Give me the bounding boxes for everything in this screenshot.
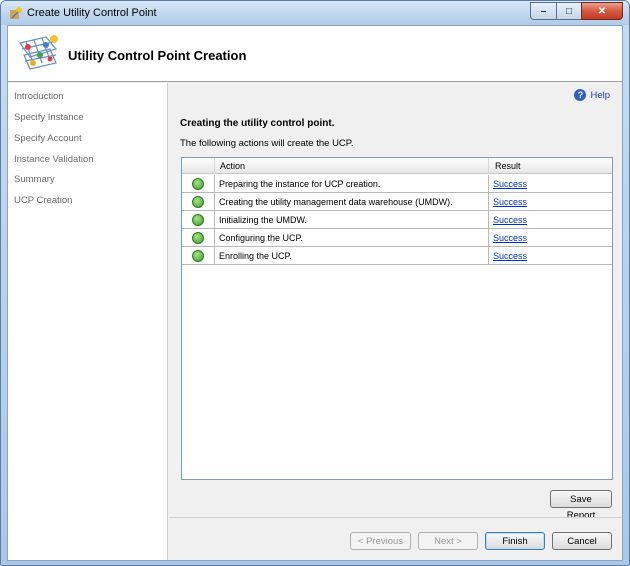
table-row[interactable]: Initializing the UMDW. Success — [182, 211, 612, 229]
status-cell — [182, 175, 215, 193]
success-check-icon — [192, 214, 204, 226]
wizard-steps-sidebar: Introduction Specify Instance Specify Ac… — [8, 83, 168, 560]
page-title: Utility Control Point Creation — [68, 48, 247, 63]
app-icon — [10, 7, 22, 19]
status-cell — [182, 229, 215, 247]
title-bar[interactable]: Create Utility Control Point – □ ✕ — [1, 1, 629, 25]
main-panel: ? Help Creating the utility control poin… — [169, 83, 622, 521]
maximize-button[interactable]: □ — [556, 2, 581, 20]
result-link[interactable]: Success — [493, 197, 527, 207]
sidebar-item-ucp-creation[interactable]: UCP Creation — [14, 195, 72, 206]
result-cell: Success — [489, 247, 612, 265]
action-column-header[interactable]: Action — [215, 158, 489, 174]
success-check-icon — [192, 178, 204, 190]
minimize-button[interactable]: – — [530, 2, 556, 20]
table-row[interactable]: Preparing the instance for UCP creation.… — [182, 175, 612, 193]
cancel-button[interactable]: Cancel — [552, 532, 612, 550]
save-report-button[interactable]: Save Report — [550, 490, 612, 521]
result-cell: Success — [489, 211, 612, 229]
result-link[interactable]: Success — [493, 251, 527, 261]
action-cell: Initializing the UMDW. — [215, 211, 489, 229]
status-cell — [182, 247, 215, 265]
status-cell — [182, 193, 215, 211]
utility-grid-icon — [18, 35, 58, 70]
status-cell — [182, 211, 215, 229]
success-check-icon — [192, 250, 204, 262]
wizard-footer: < Previous Next > Finish Cancel — [169, 517, 622, 560]
table-header: Action Result — [182, 158, 612, 174]
result-column-header[interactable]: Result — [489, 158, 612, 174]
sidebar-item-specify-instance[interactable]: Specify Instance — [14, 112, 84, 123]
action-cell: Preparing the instance for UCP creation. — [215, 175, 489, 193]
table-row[interactable]: Creating the utility management data war… — [182, 193, 612, 211]
section-title: Creating the utility control point. — [180, 118, 335, 129]
wizard-window: Create Utility Control Point – □ ✕ Utili… — [0, 0, 630, 566]
actions-table: Action Result Preparing the instance for… — [181, 157, 613, 480]
result-link[interactable]: Success — [493, 233, 527, 243]
help-link[interactable]: ? Help — [574, 89, 610, 101]
help-label: Help — [590, 89, 610, 101]
result-link[interactable]: Success — [493, 179, 527, 189]
success-check-icon — [192, 196, 204, 208]
finish-button[interactable]: Finish — [485, 532, 545, 550]
close-button[interactable]: ✕ — [581, 2, 623, 20]
result-link[interactable]: Success — [493, 215, 527, 225]
next-button[interactable]: Next > — [418, 532, 478, 550]
previous-button[interactable]: < Previous — [350, 532, 411, 550]
action-cell: Enrolling the UCP. — [215, 247, 489, 265]
success-check-icon — [192, 232, 204, 244]
result-cell: Success — [489, 229, 612, 247]
section-subtitle: The following actions will create the UC… — [180, 138, 354, 149]
result-cell: Success — [489, 175, 612, 193]
status-column-header — [182, 158, 215, 174]
dialog-header: Utility Control Point Creation — [8, 26, 622, 82]
action-cell: Creating the utility management data war… — [215, 193, 489, 211]
help-icon: ? — [574, 89, 587, 101]
table-row[interactable]: Configuring the UCP. Success — [182, 229, 612, 247]
action-cell: Configuring the UCP. — [215, 229, 489, 247]
sidebar-item-instance-validation[interactable]: Instance Validation — [14, 154, 94, 165]
sidebar-item-specify-account[interactable]: Specify Account — [14, 133, 82, 144]
dialog-client: Utility Control Point Creation Introduct… — [7, 25, 623, 561]
window-title: Create Utility Control Point — [27, 7, 157, 19]
sidebar-item-introduction[interactable]: Introduction — [14, 91, 64, 102]
window-controls: – □ ✕ — [530, 2, 623, 20]
table-row[interactable]: Enrolling the UCP. Success — [182, 247, 612, 265]
sidebar-item-summary[interactable]: Summary — [14, 174, 55, 185]
result-cell: Success — [489, 193, 612, 211]
